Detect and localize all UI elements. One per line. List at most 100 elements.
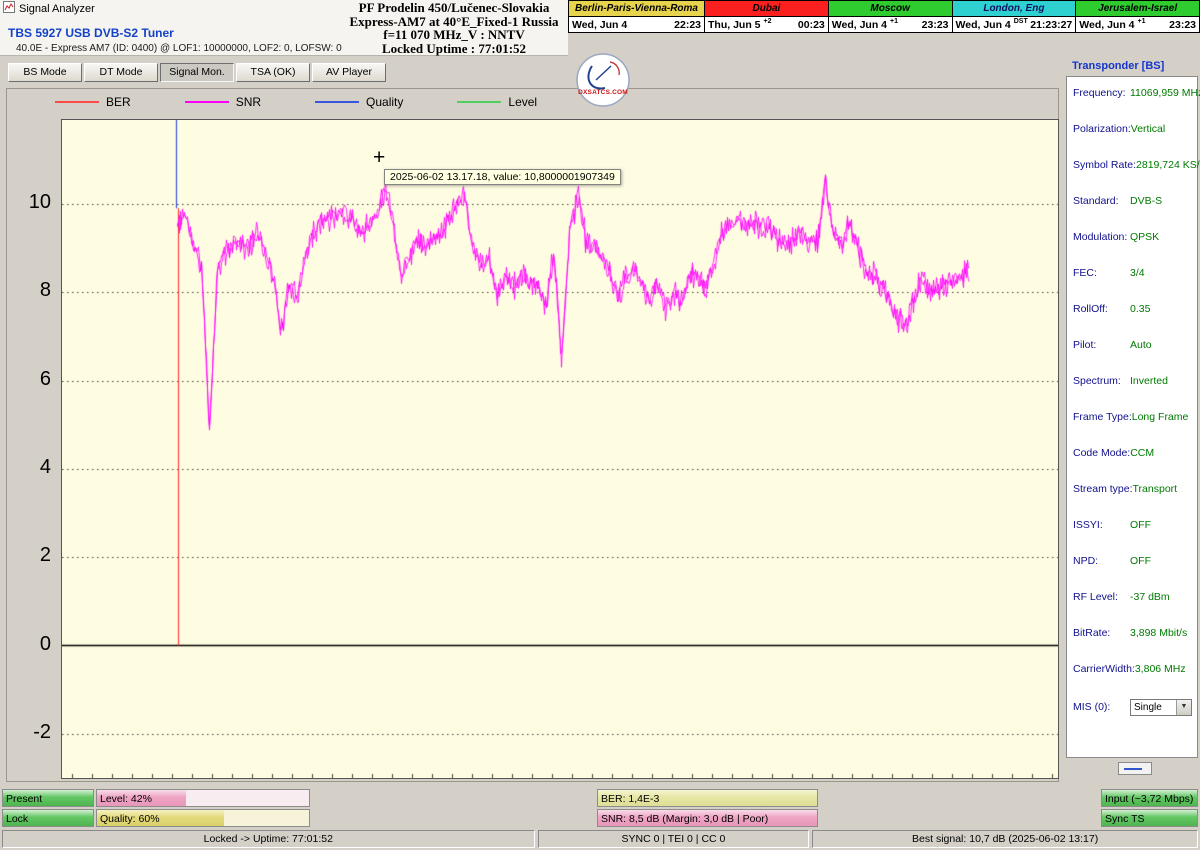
indicator-label: Sync TS [1105, 812, 1145, 825]
indicator-ber: BER: 1,4E-3 [597, 789, 818, 807]
legend-line-swatch [184, 101, 229, 103]
y-tick-label: 2 [39, 544, 51, 567]
transponder-value: 3,806 MHz [1134, 663, 1186, 675]
transponder-label: RollOff: [1073, 303, 1108, 315]
transponder-label: Polarization: [1073, 123, 1131, 135]
tab-av-player[interactable]: AV Player [312, 63, 386, 82]
transponder-row-carrierwidth: CarrierWidth:3,806 MHz [1067, 663, 1197, 699]
tab-tsa-ok[interactable]: TSA (OK) [236, 63, 310, 82]
clock-date: Wed, Jun 4 [1079, 18, 1135, 31]
indicator-input-3-72-mbps: Input (~3,72 Mbps) [1101, 789, 1198, 807]
transponder-value: Inverted [1130, 375, 1168, 387]
app-icon [3, 0, 15, 18]
indicator-fill [97, 810, 225, 826]
clock-offset: +1 [890, 18, 898, 25]
legend-label: Quality [366, 95, 404, 109]
y-tick-label: -2 [33, 720, 51, 743]
clock-time-value: 23:23 [1169, 18, 1197, 31]
tab-dt-mode[interactable]: DT Mode [84, 63, 158, 82]
transponder-panel: Frequency: 11069,959 MHz Polarization:Vert… [1066, 76, 1200, 758]
transponder-value: Long Frame [1131, 411, 1189, 423]
transponder-row-standard: Standard: DVB-S [1067, 195, 1197, 231]
legend-item-ber: BER [55, 95, 131, 109]
transponder-row-spectrum: Spectrum: Inverted [1067, 375, 1197, 411]
legend-line-swatch [55, 101, 99, 103]
indicator-label: SNR: 8,5 dB (Margin: 3,0 dB | Poor) [601, 812, 769, 825]
indicator-fill [1102, 810, 1197, 826]
indicator-row-1: Present Level: 42% BER: 1,4E-3 Input (~3,72… [0, 789, 1200, 807]
indicator-fill [3, 790, 93, 806]
y-tick-label: 0 [39, 632, 51, 655]
clock-offset: +2 [763, 18, 772, 25]
transponder-row-modulation: Modulation: QPSK [1067, 231, 1197, 267]
transponder-row-polarization: Polarization:Vertical [1067, 123, 1197, 159]
clock-date: Wed, Jun 4 [955, 18, 1011, 31]
transponder-label: Frame Type: [1073, 411, 1132, 423]
transponder-label: Modulation: [1073, 231, 1128, 243]
transponder-label: Frequency: [1073, 87, 1126, 99]
legend-label: SNR [235, 95, 262, 109]
tuner-name: TBS 5927 USB DVB-S2 Tuner [8, 26, 174, 40]
legend-line-swatch [315, 101, 360, 103]
transponder-row-fec: FEC: 3/4 [1067, 267, 1197, 303]
mis-dropdown-value: Single [1134, 702, 1162, 713]
transponder-value: Vertical [1130, 123, 1166, 135]
transponder-row-frame-type: Frame Type:Long Frame [1067, 411, 1197, 447]
clock-city-label: Berlin-Paris-Vienna-Roma [569, 1, 705, 17]
clock-dubai: Dubai Thu, Jun 5 +2 00:23 [705, 0, 829, 33]
clock-city-label: Moscow [828, 1, 952, 17]
statusbar: Locked -> Uptime: 77:01:52 SYNC 0 | TEI … [0, 829, 1200, 850]
indicator-fill [1102, 790, 1197, 806]
chevron-down-icon: ▼ [1176, 700, 1191, 715]
transponder-value: 3,898 Mbit/s [1130, 627, 1188, 639]
chart-legend: BER SNR Quality Level [55, 93, 591, 111]
transponder-row-bitrate: BitRate: 3,898 Mbit/s [1067, 627, 1197, 663]
clock-date: Thu, Jun 5 [708, 18, 761, 31]
indicator-quality: Quality: 60% [96, 809, 310, 827]
transponder-value: 0.35 [1130, 303, 1151, 315]
clock-city-label: Dubai [705, 1, 828, 17]
status-sync-counters: SYNC 0 | TEI 0 | CC 0 [537, 830, 810, 848]
transponder-value: CCM [1130, 447, 1155, 459]
legend-label: Level [508, 95, 538, 109]
chart-panel: BER SNR Quality Level + 2025-06-02 13.17.18… [6, 88, 1059, 782]
tab-signal-mon[interactable]: Signal Mon. [160, 63, 234, 82]
crosshair-cursor: + [373, 146, 386, 169]
transponder-label: ISSYI: [1073, 519, 1103, 531]
y-tick-label: 6 [39, 367, 51, 390]
transponder-label: Stream type: [1073, 483, 1133, 495]
plot-area[interactable]: + 2025-06-02 13.17.18, value: 10,8000001… [61, 119, 1059, 779]
clock-time-row: Wed, Jun 4 DST 21:23:27 [952, 17, 1076, 32]
clock-moscow: Moscow Wed, Jun 4 +1 23:23 [828, 0, 953, 33]
tab-bs-mode[interactable]: BS Mode [8, 63, 82, 82]
snr-plot-canvas[interactable] [62, 120, 1058, 778]
y-tick-label: 4 [39, 455, 51, 478]
transponder-value: -37 dBm [1130, 591, 1170, 603]
transponder-label: Code Mode: [1073, 447, 1131, 459]
status-lock-uptime: Locked -> Uptime: 77:01:52 [2, 830, 535, 848]
transponder-label: Pilot: [1073, 339, 1097, 351]
transponder-row-stream-type: Stream type:Transport [1067, 483, 1197, 519]
site-header-line-2: Express-AM7 at 40°E_Fixed-1 Russia [349, 13, 559, 29]
transponder-label: MIS (0): [1073, 701, 1111, 714]
site-header-line-1: PF Prodelin 450/Lučenec-Slovakia [358, 0, 550, 15]
clock-offset: +1 [1137, 18, 1146, 25]
clock-date: Wed, Jun 4 [572, 18, 628, 31]
transponder-value: Auto [1130, 339, 1152, 351]
transponder-label: FEC: [1073, 267, 1097, 279]
indicator-label: BER: 1,4E-3 [601, 792, 660, 805]
transponder-row-rolloff: RollOff: 0.35 [1067, 303, 1197, 339]
transponder-label: NPD: [1073, 555, 1099, 567]
indicator-label: Quality: 60% [100, 812, 160, 825]
clock-time-row: Thu, Jun 5 +2 00:23 [705, 17, 828, 32]
transponder-row-frequency: Frequency: 11069,959 MHz [1067, 87, 1200, 123]
status-best-signal: Best signal: 10,7 dB (2025-06-02 13:17) [812, 830, 1198, 848]
mis-dropdown[interactable]: Single ▼ [1130, 699, 1192, 716]
panel-scrollbar-thumb[interactable] [1124, 768, 1142, 770]
tuner-details: 40.0E - Express AM7 (ID: 0400) @ LOF1: 1… [16, 43, 342, 54]
panel-scrollbar[interactable] [1118, 762, 1152, 775]
transponder-value: DVB-S [1130, 195, 1163, 207]
indicator-present: Present [2, 789, 94, 807]
indicator-fill [3, 810, 93, 826]
indicator-row-2: Lock Quality: 60% SNR: 8,5 dB (Margin: 3,0… [0, 809, 1200, 827]
